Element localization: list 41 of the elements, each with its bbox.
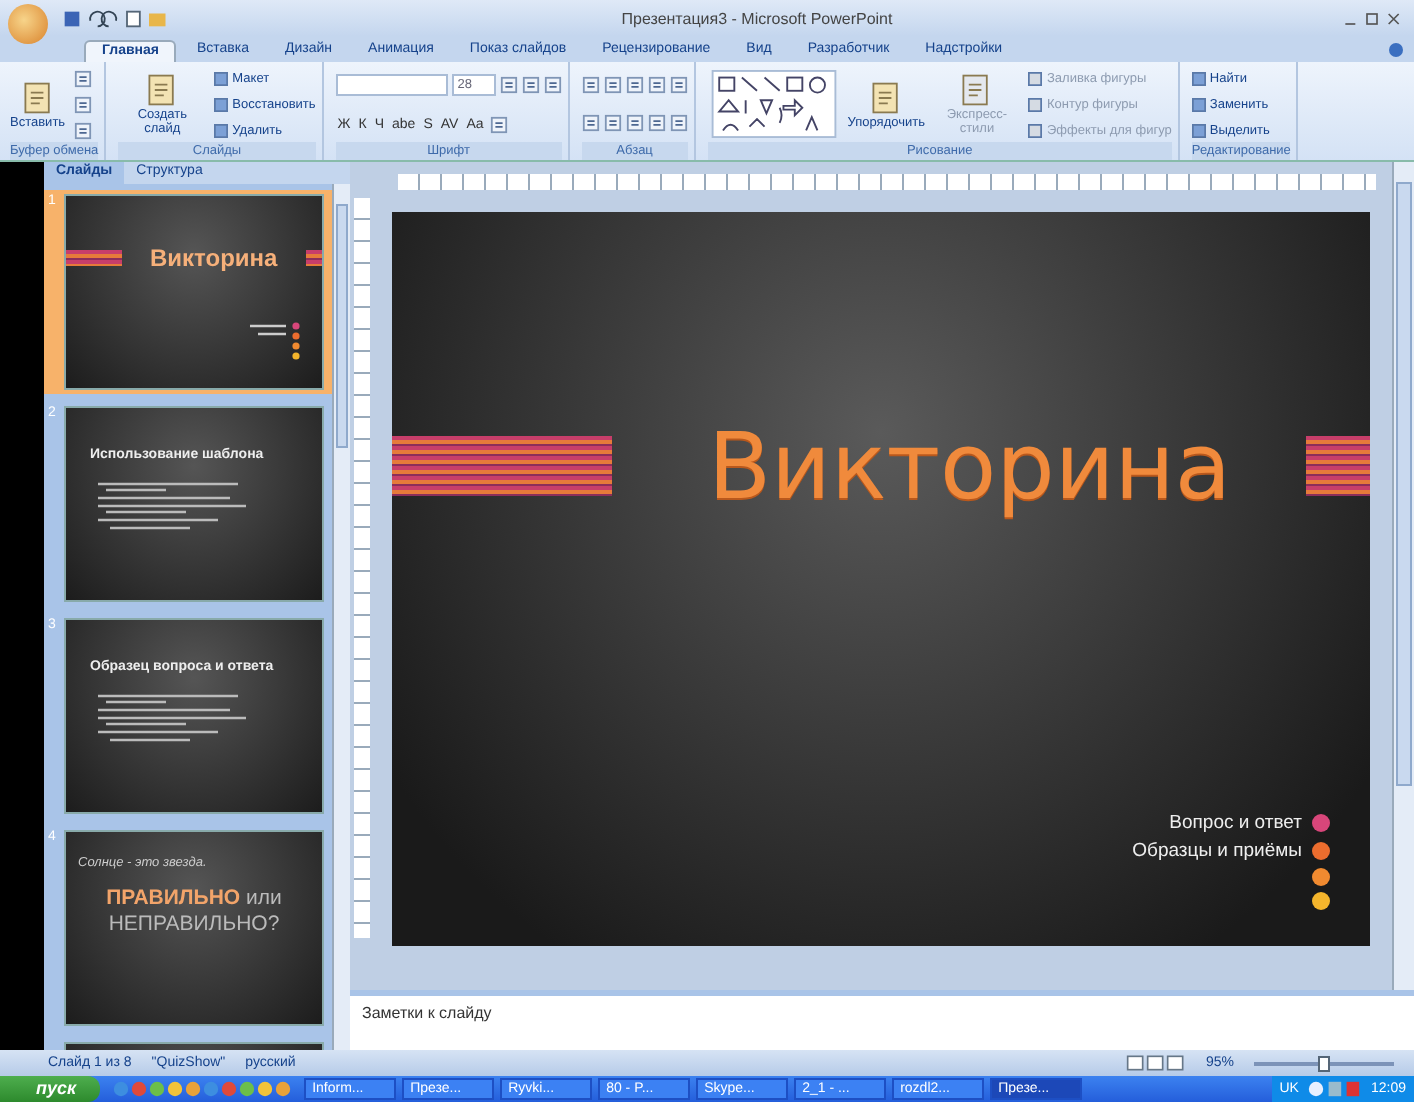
window-title: Презентация3 - Microsoft PowerPoint (619, 9, 895, 27)
stripe-decoration (306, 250, 322, 266)
slide-link-text[interactable]: Вопрос и ответ (1169, 812, 1302, 834)
slide-title[interactable]: Викторина (708, 412, 1232, 520)
tool-icon[interactable] (581, 114, 600, 133)
thumbnail-title: ПРАВИЛЬНО или НЕПРАВИЛЬНО? (104, 886, 284, 938)
tool-icon[interactable] (581, 75, 600, 94)
document-icon (19, 79, 56, 115)
scroll-bar[interactable] (1392, 162, 1414, 990)
quick-launch-icon[interactable] (112, 1080, 293, 1098)
stripe-decoration (1306, 436, 1370, 496)
thumbnail-title: Викторина (150, 244, 278, 272)
tray-icon[interactable] (1306, 1080, 1363, 1098)
help-icon[interactable] (1388, 42, 1404, 58)
legend-drawing (246, 320, 306, 360)
tool-icon[interactable] (647, 75, 666, 94)
tool-icon[interactable] (73, 95, 92, 113)
tool-icon[interactable] (543, 76, 562, 95)
tool-icon[interactable] (625, 114, 644, 133)
slide-link-text[interactable]: Образцы и приёмы (1132, 840, 1302, 862)
tool-icon[interactable] (499, 76, 518, 95)
tool-icon[interactable] (73, 69, 92, 87)
notes-field[interactable]: Заметки к слайду (350, 990, 1414, 1050)
tool-icon[interactable] (669, 114, 688, 133)
tool-icon[interactable] (489, 115, 508, 134)
tool-icon[interactable] (625, 75, 644, 94)
start-button[interactable]: пуск (0, 1076, 101, 1102)
quick-access-toolbar-icon[interactable] (60, 7, 172, 29)
shapes-gallery[interactable] (707, 70, 840, 138)
window-controls-icon[interactable] (1342, 9, 1402, 27)
notes-placeholder: Заметки к слайду (362, 1004, 492, 1022)
view-buttons-icon[interactable] (1125, 1054, 1186, 1072)
tool-icon[interactable] (73, 121, 92, 139)
scroll-bar[interactable] (332, 184, 350, 1050)
tool-icon[interactable] (669, 75, 688, 94)
stripe-decoration (66, 250, 122, 266)
tool-icon[interactable] (603, 75, 622, 94)
tool-icon[interactable] (521, 76, 540, 95)
tool-icon[interactable] (647, 114, 666, 133)
slide-thumbnail[interactable]: Викторина (64, 194, 324, 390)
tool-icon[interactable] (603, 114, 622, 133)
